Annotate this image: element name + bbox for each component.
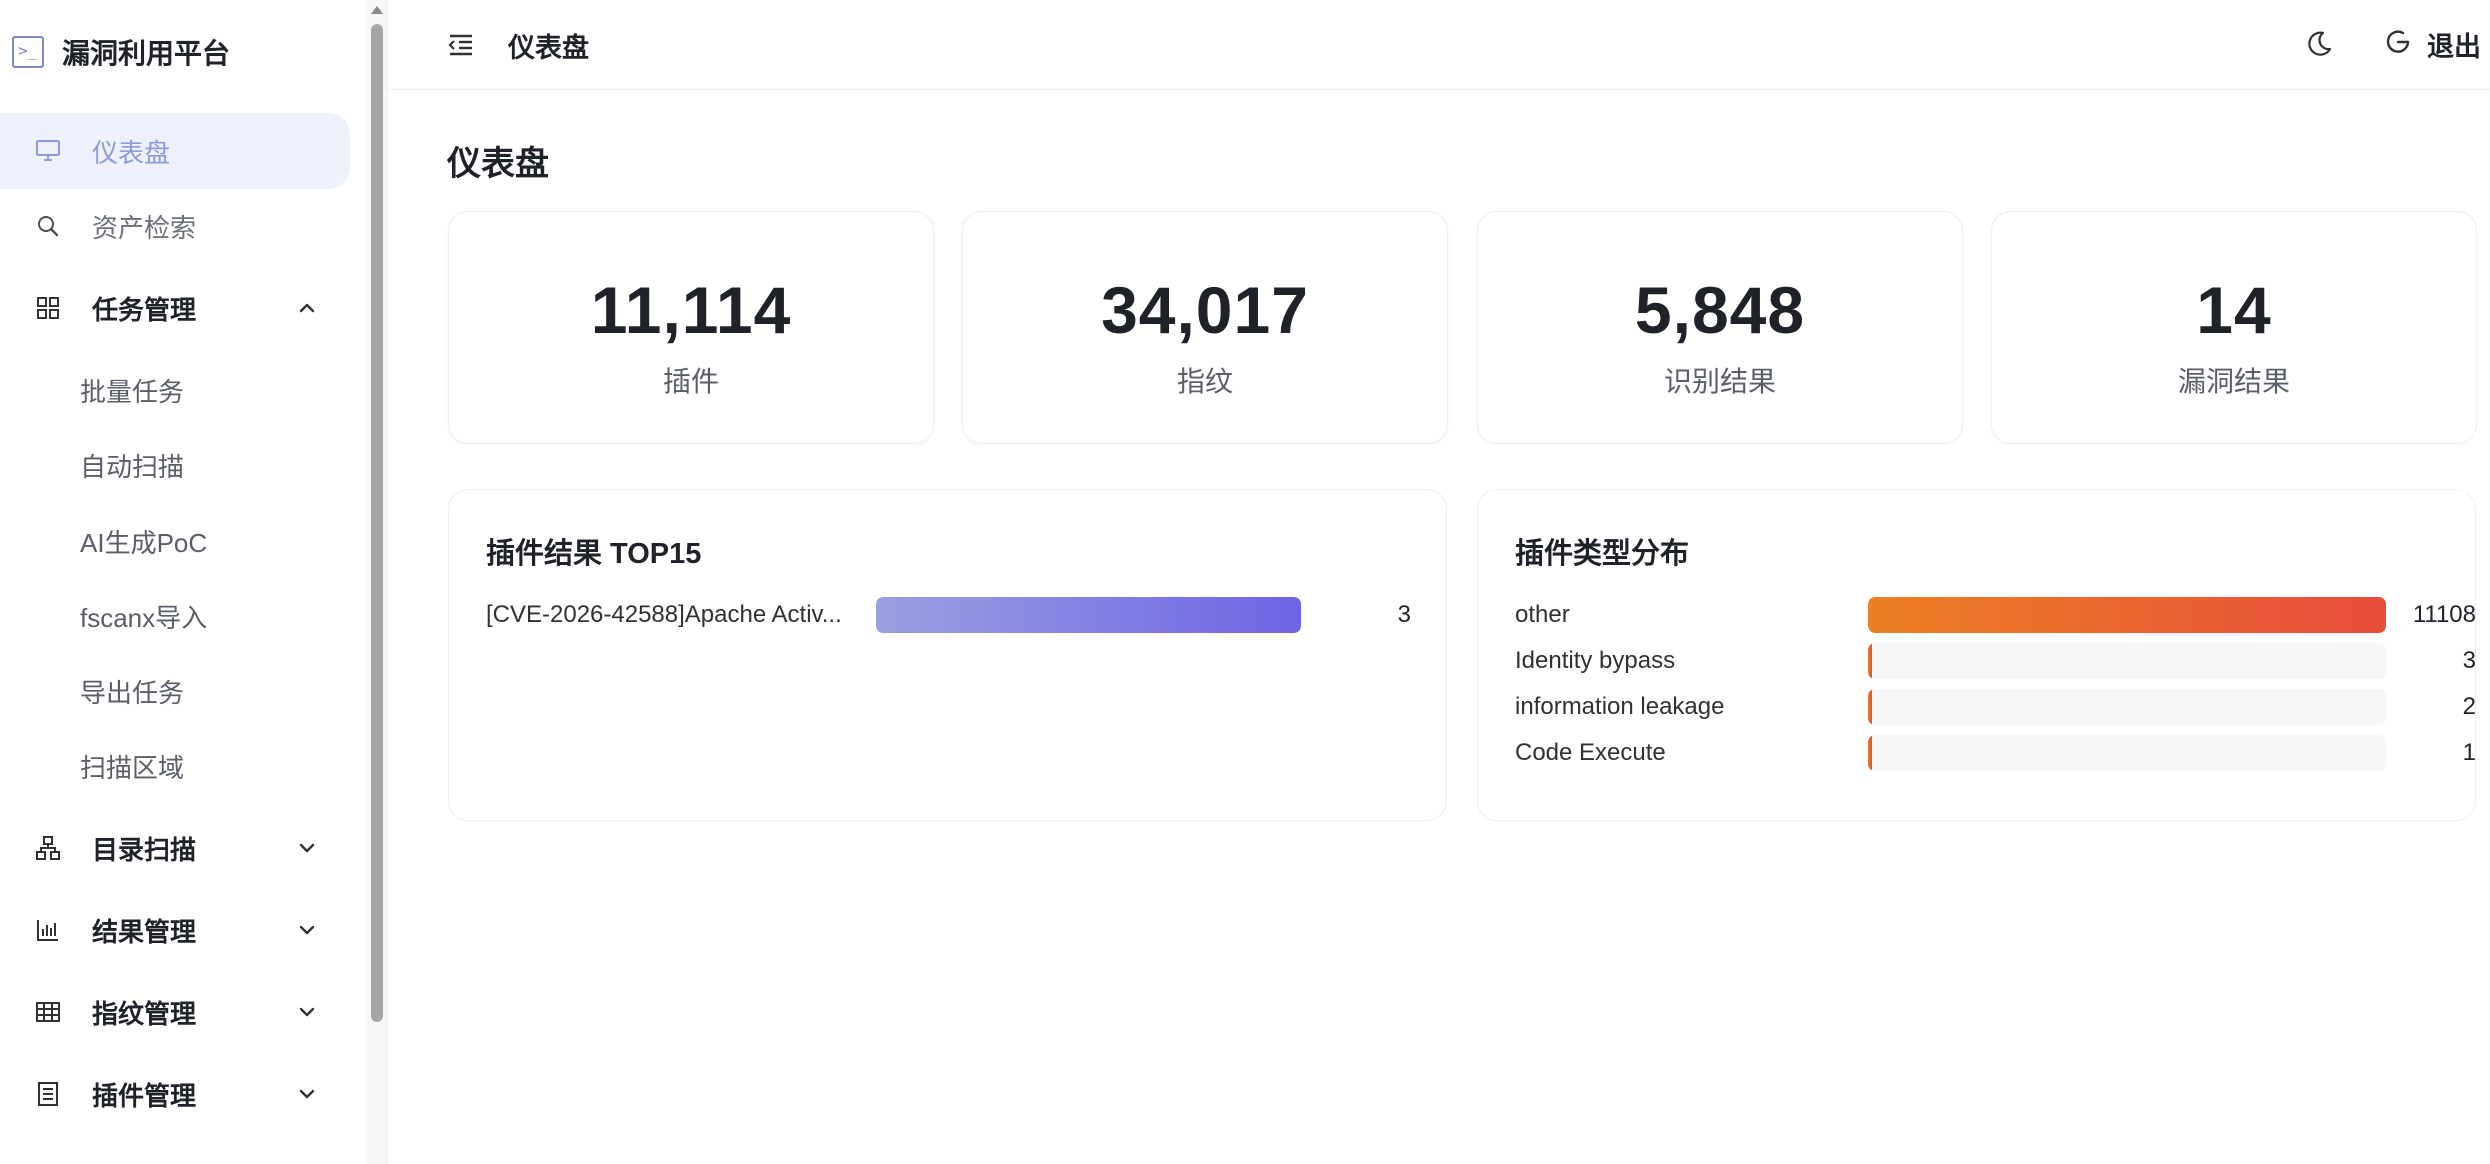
bar-row: other 11108 <box>1515 597 2476 633</box>
power-icon <box>2383 27 2413 62</box>
logout-button[interactable]: 退出 <box>2383 26 2481 62</box>
sidebar-item-result-management[interactable]: 结果管理 <box>0 892 350 968</box>
sidebar-item-label: 插件管理 <box>92 1080 197 1111</box>
sidebar-item-label: 结果管理 <box>92 916 197 947</box>
logo[interactable]: >_ 漏洞利用平台 <box>12 32 230 72</box>
plugin-results-top15-panel: 插件结果 TOP15 [CVE-2026-42588]Apache Activ.… <box>448 489 1447 821</box>
grid-icon <box>34 294 62 322</box>
bar-row: Identity bypass 3 <box>1515 643 2476 679</box>
bar-track <box>876 597 1301 633</box>
sidebar-item-label: 指纹管理 <box>92 998 197 1029</box>
sidebar-item-label: 仪表盘 <box>92 137 171 168</box>
bar-chart-icon <box>34 916 62 944</box>
bar-value-label: 3 <box>2462 647 2476 674</box>
stat-value: 14 <box>2196 273 2272 347</box>
stat-card-identified-results: 5,848 识别结果 <box>1477 211 1963 444</box>
stat-card-fingerprints: 34,017 指纹 <box>962 211 1448 444</box>
sitemap-icon <box>34 834 62 862</box>
sidebar-subitem-label: 扫描区域 <box>80 752 185 783</box>
bar-value-label: 11108 <box>2412 601 2476 628</box>
logout-label: 退出 <box>2427 31 2481 62</box>
stat-label: 插件 <box>662 366 719 397</box>
sidebar-subitem-label: 自动扫描 <box>80 451 185 482</box>
app-title: 漏洞利用平台 <box>62 38 231 69</box>
bar-track <box>1868 735 2386 771</box>
sidebar-subitem-auto-scan[interactable]: 自动扫描 <box>0 430 350 500</box>
sidebar-subitem-ai-poc[interactable]: AI生成PoC <box>0 506 350 576</box>
sidebar: >_ 漏洞利用平台 仪表盘 资产检索 任务管理 批量任务 自动扫描 AI生成Po… <box>0 0 365 1164</box>
bar <box>1868 735 1872 771</box>
bar-track <box>1868 597 2386 633</box>
sidebar-item-label: 目录扫描 <box>92 834 197 865</box>
bar-label: Identity bypass <box>1515 647 1676 674</box>
stat-label: 漏洞结果 <box>2177 366 2290 397</box>
sidebar-item-asset-search[interactable]: 资产检索 <box>0 188 350 264</box>
bar-row: information leakage 2 <box>1515 689 2476 725</box>
sidebar-item-label: 资产检索 <box>92 212 197 243</box>
bar <box>1868 689 1872 725</box>
bar-row: Code Execute 1 <box>1515 735 2476 771</box>
panel-title: 插件类型分布 <box>1515 538 1690 570</box>
search-icon <box>34 212 62 240</box>
bar-value-label: 1 <box>2462 739 2476 766</box>
bar <box>1868 643 1872 679</box>
sidebar-item-label: 任务管理 <box>92 294 197 325</box>
bar-label: Code Execute <box>1515 739 1666 766</box>
stat-value: 11,114 <box>590 273 792 347</box>
sidebar-subitem-export-task[interactable]: 导出任务 <box>0 656 350 726</box>
page-title: 仪表盘 <box>447 145 549 183</box>
sidebar-item-dashboard[interactable]: 仪表盘 <box>0 113 350 189</box>
sidebar-item-fingerprint-management[interactable]: 指纹管理 <box>0 974 350 1050</box>
bar <box>1868 597 2386 633</box>
bar-value-label: 3 <box>1397 601 1411 628</box>
stat-label: 指纹 <box>1176 366 1233 397</box>
chevron-down-icon <box>296 919 318 941</box>
stat-label: 识别结果 <box>1663 366 1776 397</box>
moon-icon[interactable] <box>2303 28 2335 60</box>
terminal-icon: >_ <box>12 36 44 68</box>
stat-value: 34,017 <box>1101 273 1309 347</box>
sidebar-subitem-label: AI生成PoC <box>80 527 208 558</box>
chevron-down-icon <box>296 1001 318 1023</box>
bar-label: [CVE-2026-42588]Apache Activ... <box>486 601 842 628</box>
indent-icon[interactable] <box>446 30 476 60</box>
chevron-down-icon <box>296 837 318 859</box>
chevron-down-icon <box>296 1083 318 1105</box>
sidebar-item-directory-scan[interactable]: 目录扫描 <box>0 810 350 886</box>
bar-track <box>1868 643 2386 679</box>
sidebar-subitem-label: fscanx导入 <box>80 602 208 633</box>
sidebar-subitem-scan-area[interactable]: 扫描区域 <box>0 731 350 801</box>
bar-track <box>1868 689 2386 725</box>
table-icon <box>34 998 62 1026</box>
panel-title: 插件结果 TOP15 <box>486 538 702 570</box>
bar-row: [CVE-2026-42588]Apache Activ... 3 <box>486 597 1411 633</box>
scrollbar-thumb[interactable] <box>371 24 383 1022</box>
sidebar-item-task-management[interactable]: 任务管理 <box>0 270 350 346</box>
sidebar-item-plugin-management[interactable]: 插件管理 <box>0 1056 350 1132</box>
bar <box>876 597 1301 633</box>
sidebar-subitem-fscanx-import[interactable]: fscanx导入 <box>0 581 350 651</box>
sidebar-scrollbar[interactable] <box>366 0 388 1164</box>
bar-value-label: 2 <box>2462 693 2476 720</box>
chevron-up-icon <box>296 297 318 319</box>
monitor-icon <box>34 137 62 165</box>
stat-card-plugins: 11,114 插件 <box>448 211 934 444</box>
sidebar-subitem-label: 导出任务 <box>80 677 185 708</box>
stat-value: 5,848 <box>1634 273 1806 347</box>
sidebar-subitem-batch-task[interactable]: 批量任务 <box>0 355 350 425</box>
stat-card-vulnerability-results: 14 漏洞结果 <box>1991 211 2477 444</box>
top-header: 仪表盘 退出 <box>388 0 2490 90</box>
sidebar-subitem-label: 批量任务 <box>80 376 185 407</box>
header-breadcrumb-title: 仪表盘 <box>508 33 589 63</box>
bar-label: other <box>1515 601 1570 628</box>
scroll-up-arrow-icon[interactable] <box>371 6 383 14</box>
bar-label: information leakage <box>1515 693 1725 720</box>
document-list-icon <box>34 1080 62 1108</box>
plugin-type-distribution-panel: 插件类型分布 other 11108 Identity bypass 3 informa… <box>1477 489 2476 821</box>
